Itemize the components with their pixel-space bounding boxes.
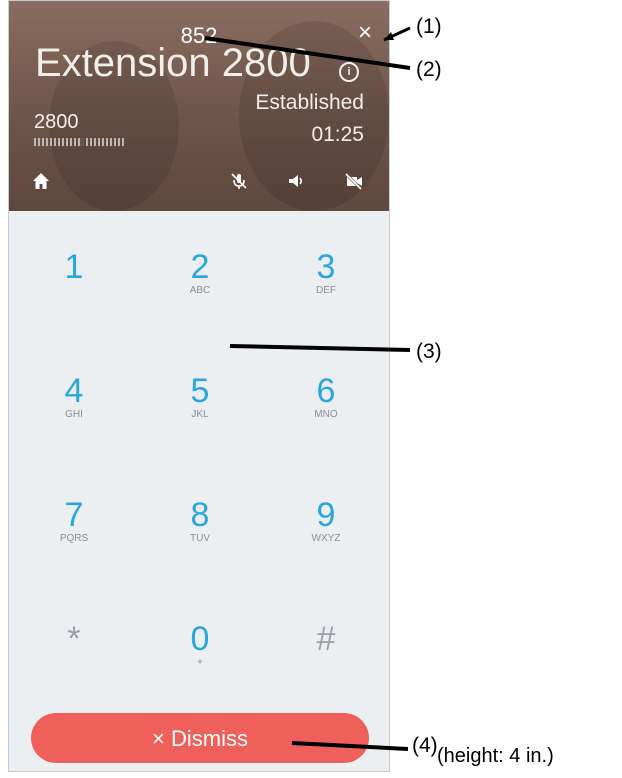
callout-label-4: (4) (412, 734, 438, 757)
callout-label-3: (3) (416, 340, 442, 363)
annotation-layer: (1) (2) (3) (4) (height: 4 in.) (0, 0, 622, 778)
callout-line-3 (229, 344, 411, 352)
callout-line-2 (204, 36, 411, 70)
callout-lines (204, 26, 411, 751)
height-note: (height: 4 in.) (437, 745, 554, 767)
callout-label-2: (2) (416, 58, 442, 81)
callout-line-4 (291, 741, 409, 751)
callout-arrowhead-1 (384, 32, 394, 40)
callout-label-1: (1) (416, 15, 442, 38)
